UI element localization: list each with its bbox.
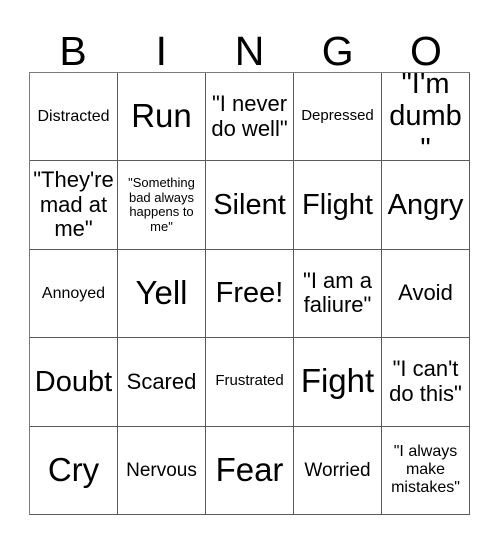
bingo-cell-label: Cry [47, 450, 100, 488]
bingo-cell-label: Scared [126, 368, 197, 394]
bingo-cell[interactable]: "I never do well" [206, 73, 294, 162]
bingo-cell-label: Flight [302, 188, 373, 221]
bingo-cell-label: "I never do well" [211, 91, 288, 141]
bingo-cell-label: Angry [387, 188, 464, 221]
bingo-cell[interactable]: Fear [206, 426, 294, 515]
bingo-header-row: B I N G O [29, 14, 470, 72]
bingo-cell[interactable]: Run [118, 73, 206, 162]
bingo-cell-label: "I'm dumb" [389, 73, 462, 162]
bingo-cell-label: Worried [304, 459, 371, 481]
bingo-cell-label: Doubt [34, 365, 113, 398]
bingo-card: B I N G O Distracted Run "I never do well"… [0, 0, 500, 544]
bingo-cell[interactable]: Avoid [382, 249, 470, 339]
bingo-cell-label: Yell [135, 274, 188, 312]
bingo-cell-label: Annoyed [41, 284, 106, 302]
bingo-cell-label: Avoid [398, 280, 453, 306]
bingo-cell[interactable]: Annoyed [30, 249, 118, 339]
bingo-cell[interactable]: Angry [382, 161, 470, 250]
bingo-cell-label: Distracted [37, 107, 110, 125]
bingo-cell[interactable]: "I always make mistakes" [382, 426, 470, 515]
bingo-cell-label: Silent [213, 188, 286, 221]
bingo-cell[interactable]: "I can't do this" [382, 338, 470, 427]
bingo-cell-label: Run [131, 97, 192, 135]
bingo-cell[interactable]: Worried [294, 426, 382, 515]
bingo-cell-label: Fear [215, 450, 284, 488]
bingo-cell-label: Nervous [126, 459, 197, 481]
header-letter-b: B [59, 28, 87, 74]
bingo-cell[interactable]: Silent [206, 161, 294, 250]
bingo-cell-label: Free! [215, 277, 284, 310]
bingo-cell-label: "I am a faliure" [303, 267, 372, 318]
bingo-cell[interactable]: "I am a faliure" [294, 249, 382, 339]
bingo-cell[interactable]: Fight [294, 338, 382, 427]
bingo-cell[interactable]: Frustrated [206, 338, 294, 427]
header-letter-n: N [234, 28, 265, 74]
bingo-cell[interactable]: "They're mad at me" [30, 161, 118, 250]
header-letter-g: G [321, 28, 354, 74]
bingo-cell[interactable]: Yell [118, 249, 206, 339]
bingo-cell-label: "They're mad at me" [33, 167, 114, 242]
bingo-cell[interactable]: "I'm dumb" [382, 73, 470, 162]
bingo-cell-label: Frustrated [215, 372, 284, 390]
bingo-cell-label: "I can't do this" [389, 356, 462, 406]
bingo-cell[interactable]: Distracted [30, 73, 118, 162]
bingo-cell[interactable]: "Something bad always happens to me" [118, 161, 206, 250]
bingo-cell-label: "Something bad always happens to me" [128, 175, 195, 234]
bingo-grid: Distracted Run "I never do well" Depressed "… [29, 72, 470, 515]
bingo-cell[interactable]: Flight [294, 161, 382, 250]
bingo-cell[interactable]: Free! [206, 249, 294, 339]
bingo-cell-label: Depressed [301, 107, 374, 125]
bingo-cell-label: Fight [300, 362, 375, 400]
bingo-cell[interactable]: Scared [118, 338, 206, 427]
bingo-cell[interactable]: Cry [30, 426, 118, 515]
header-letter-o: O [409, 28, 442, 74]
header-letter-i: I [155, 28, 167, 74]
bingo-cell[interactable]: Nervous [118, 426, 206, 515]
bingo-cell-label: "I always make mistakes" [391, 443, 460, 497]
bingo-cell[interactable]: Depressed [294, 73, 382, 162]
bingo-cell[interactable]: Doubt [30, 338, 118, 427]
